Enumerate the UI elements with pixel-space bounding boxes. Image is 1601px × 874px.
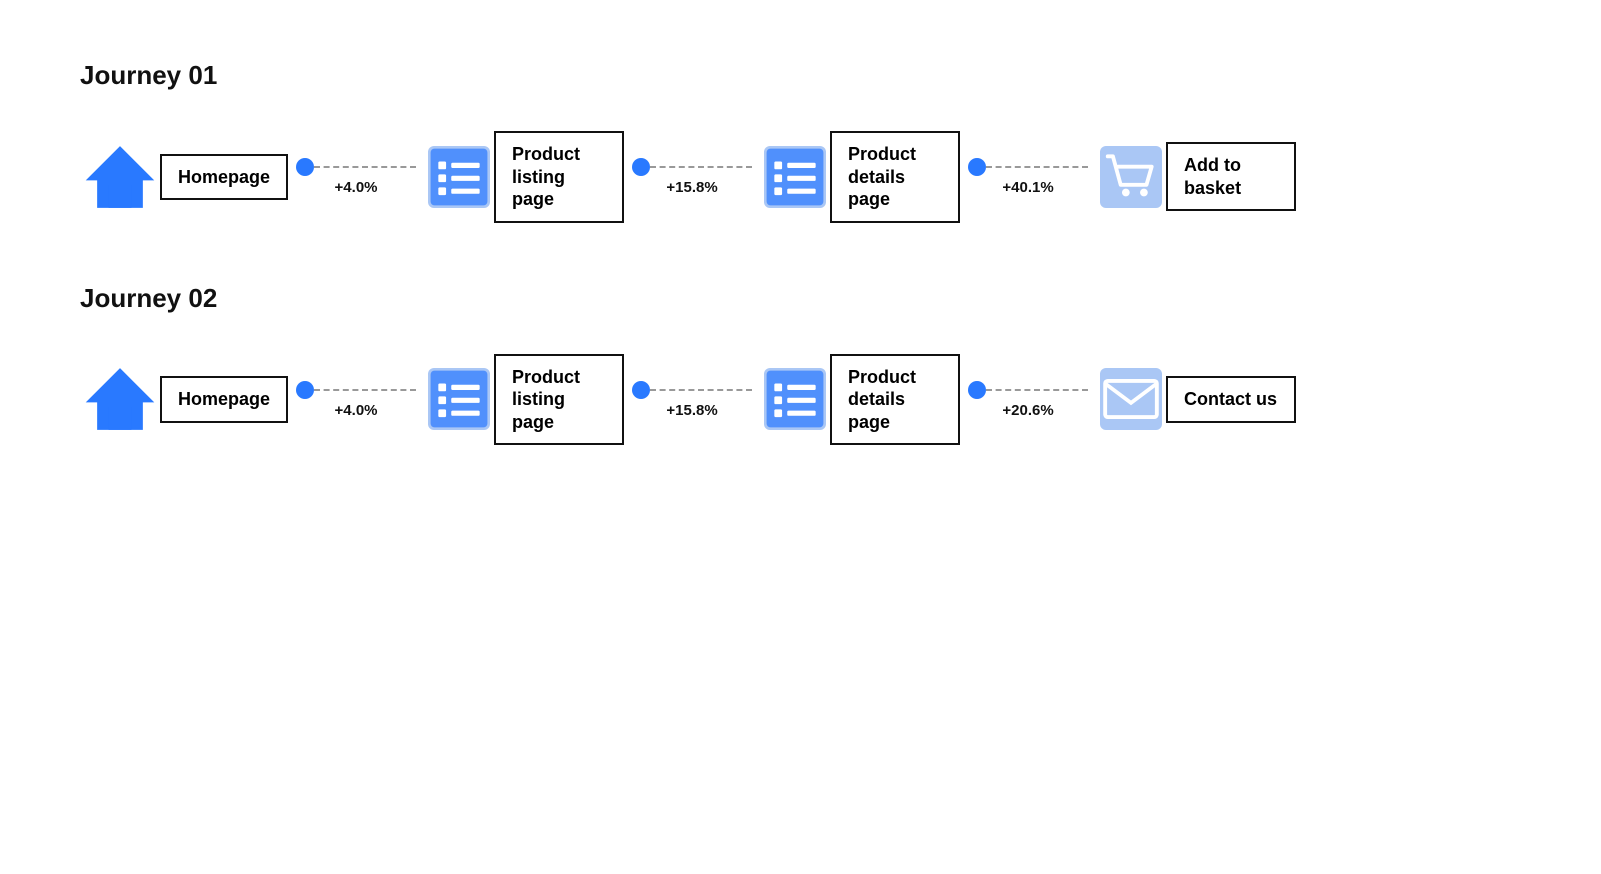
list-icon — [424, 142, 494, 212]
dashed-line — [314, 389, 416, 391]
node-3: Contact us — [1096, 364, 1296, 434]
connector: +4.0% — [296, 157, 416, 196]
connector-dot — [632, 381, 650, 399]
mail-icon — [1096, 364, 1166, 434]
connector-dot — [632, 158, 650, 176]
node-2: Product details page — [760, 131, 960, 223]
node-label-3: Add to basket — [1166, 142, 1296, 211]
list-icon — [760, 142, 830, 212]
connector-dot — [968, 381, 986, 399]
home-icon — [80, 359, 160, 439]
journey-section: Journey 02 Homepage +4.0% Product listin… — [80, 283, 1521, 446]
connector-percentage: +15.8% — [666, 179, 717, 196]
journey-flow: Homepage +4.0% Product listing page +15.… — [80, 131, 1521, 223]
connector: +15.8% — [632, 157, 752, 196]
connector-percentage: +20.6% — [1002, 402, 1053, 419]
node-3: Add to basket — [1096, 142, 1296, 212]
node-label-1: Product listing page — [494, 354, 624, 446]
node-1: Product listing page — [424, 354, 624, 446]
dashed-line — [314, 166, 416, 168]
journey-title: Journey 01 — [80, 60, 1521, 91]
connector-percentage: +4.0% — [335, 402, 378, 419]
node-label-1: Product listing page — [494, 131, 624, 223]
node-2: Product details page — [760, 354, 960, 446]
connector-dot — [296, 158, 314, 176]
connector: +40.1% — [968, 157, 1088, 196]
node-label-0: Homepage — [160, 154, 288, 201]
node-label-2: Product details page — [830, 354, 960, 446]
node-label-0: Homepage — [160, 376, 288, 423]
connector-dot — [968, 158, 986, 176]
cart-icon — [1096, 142, 1166, 212]
journey-section: Journey 01 Homepage +4.0% Product listin… — [80, 60, 1521, 223]
list-icon — [760, 364, 830, 434]
node-0: Homepage — [80, 137, 288, 217]
node-0: Homepage — [80, 359, 288, 439]
connector: +20.6% — [968, 380, 1088, 419]
connector: +4.0% — [296, 380, 416, 419]
dashed-line — [650, 166, 752, 168]
connector-percentage: +40.1% — [1002, 179, 1053, 196]
node-label-3: Contact us — [1166, 376, 1296, 423]
home-icon — [80, 137, 160, 217]
connector-dot — [296, 381, 314, 399]
journey-title: Journey 02 — [80, 283, 1521, 314]
dashed-line — [986, 166, 1088, 168]
node-label-2: Product details page — [830, 131, 960, 223]
list-icon — [424, 364, 494, 434]
node-1: Product listing page — [424, 131, 624, 223]
connector-percentage: +15.8% — [666, 402, 717, 419]
dashed-line — [986, 389, 1088, 391]
connector-percentage: +4.0% — [335, 179, 378, 196]
connector: +15.8% — [632, 380, 752, 419]
dashed-line — [650, 389, 752, 391]
journey-flow: Homepage +4.0% Product listing page +15.… — [80, 354, 1521, 446]
